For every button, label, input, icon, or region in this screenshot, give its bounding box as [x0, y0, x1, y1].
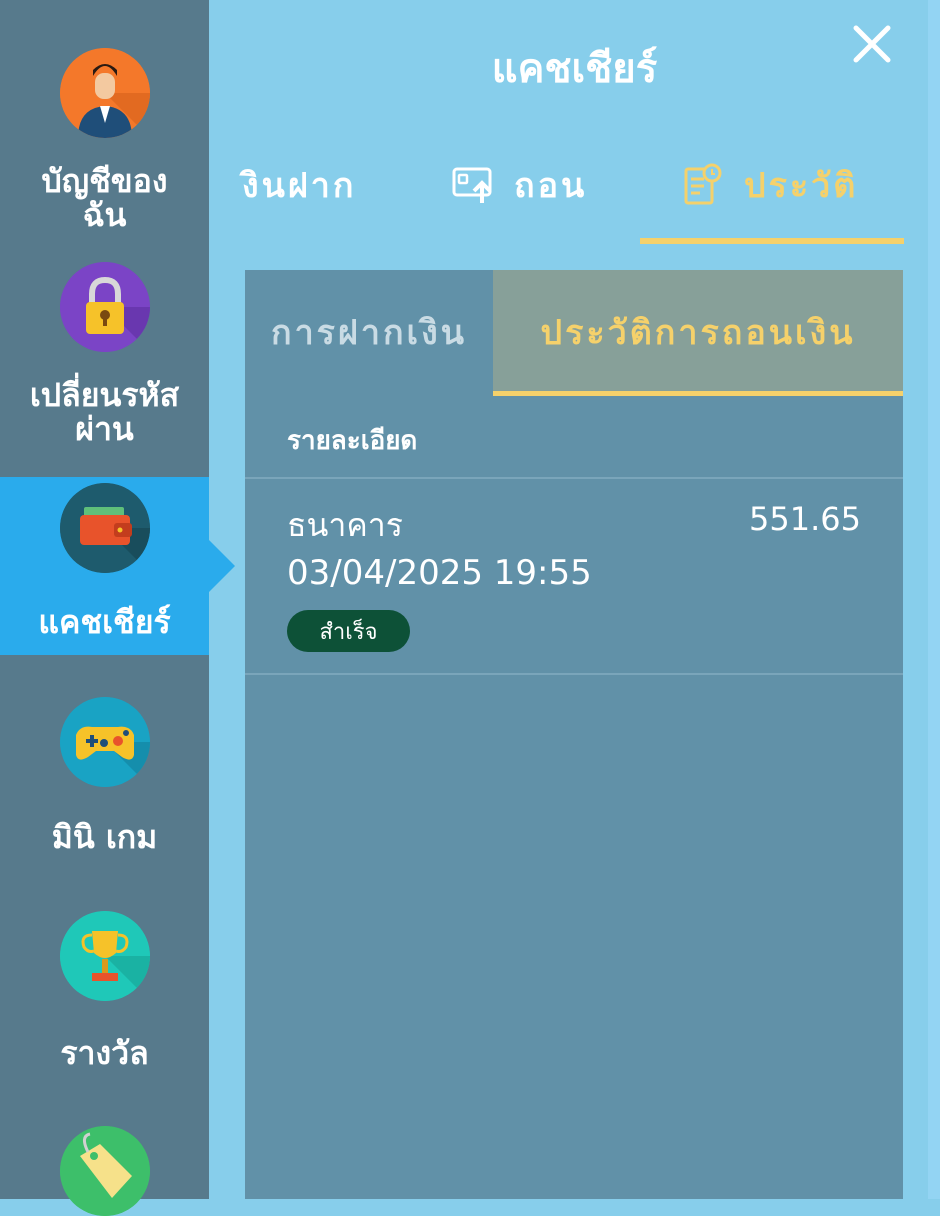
history-document-icon	[684, 163, 722, 205]
transaction-method: ธนาคาร	[287, 506, 403, 544]
padlock-icon	[60, 262, 150, 352]
sidebar-item-cashier[interactable]: แคชเชียร์	[0, 477, 209, 655]
tab-withdraw[interactable]: ถอน	[452, 160, 587, 210]
wallet-icon	[60, 483, 150, 573]
tab-history[interactable]: ประวัติ	[684, 160, 858, 210]
close-icon	[853, 25, 891, 63]
active-tab-underline	[640, 238, 904, 244]
tab-deposit[interactable]: งินฝาก	[242, 160, 356, 210]
details-header: รายละเอียด	[287, 426, 418, 456]
sidebar: บัญชีของ ฉัน เปลี่ยนรหัส ผ่าน แคชเชียร์ …	[0, 0, 235, 1216]
divider	[245, 477, 903, 479]
divider	[245, 673, 903, 675]
close-button[interactable]	[850, 22, 894, 66]
page-title: แคชเชียร์	[491, 46, 658, 92]
subtab-deposit-history[interactable]: การฝากเงิน	[245, 270, 493, 394]
gamepad-icon	[60, 697, 150, 787]
price-tag-icon	[60, 1126, 150, 1216]
subtab-withdraw-history[interactable]: ประวัติการถอนเงิน	[493, 270, 903, 394]
active-subtab-underline	[493, 391, 903, 396]
withdraw-icon	[452, 167, 492, 203]
tab-label: ประวัติ	[744, 166, 859, 206]
history-panel: การฝากเงิน ประวัติการถอนเงิน รายละเอียด …	[245, 270, 903, 1199]
trophy-icon	[60, 911, 150, 1001]
sidebar-item-label: มินิ เกม	[51, 818, 158, 856]
transaction-datetime: 03/04/2025 19:55	[287, 553, 592, 593]
sidebar-item-label: แคชเชียร์	[38, 603, 171, 641]
sidebar-item-label: เปลี่ยนรหัส ผ่าน	[0, 378, 209, 446]
sidebar-label-line1: เปลี่ยนรหัส	[29, 376, 180, 414]
status-badge: สำเร็จ	[287, 610, 410, 652]
tab-label: งินฝาก	[242, 166, 357, 206]
account-avatar-icon	[60, 48, 150, 138]
active-indicator-arrow	[209, 540, 235, 592]
tab-label: ถอน	[514, 166, 588, 206]
sidebar-label-line1: บัญชีของ	[41, 162, 168, 200]
sidebar-item-label: บัญชีของ ฉัน	[0, 164, 209, 232]
sidebar-label-line2: ฉัน	[82, 196, 127, 234]
transaction-amount: 551.65	[749, 500, 861, 538]
sidebar-label-line2: ผ่าน	[75, 410, 134, 448]
sidebar-item-label: รางวัล	[60, 1034, 149, 1072]
right-edge-strip	[928, 0, 940, 1199]
